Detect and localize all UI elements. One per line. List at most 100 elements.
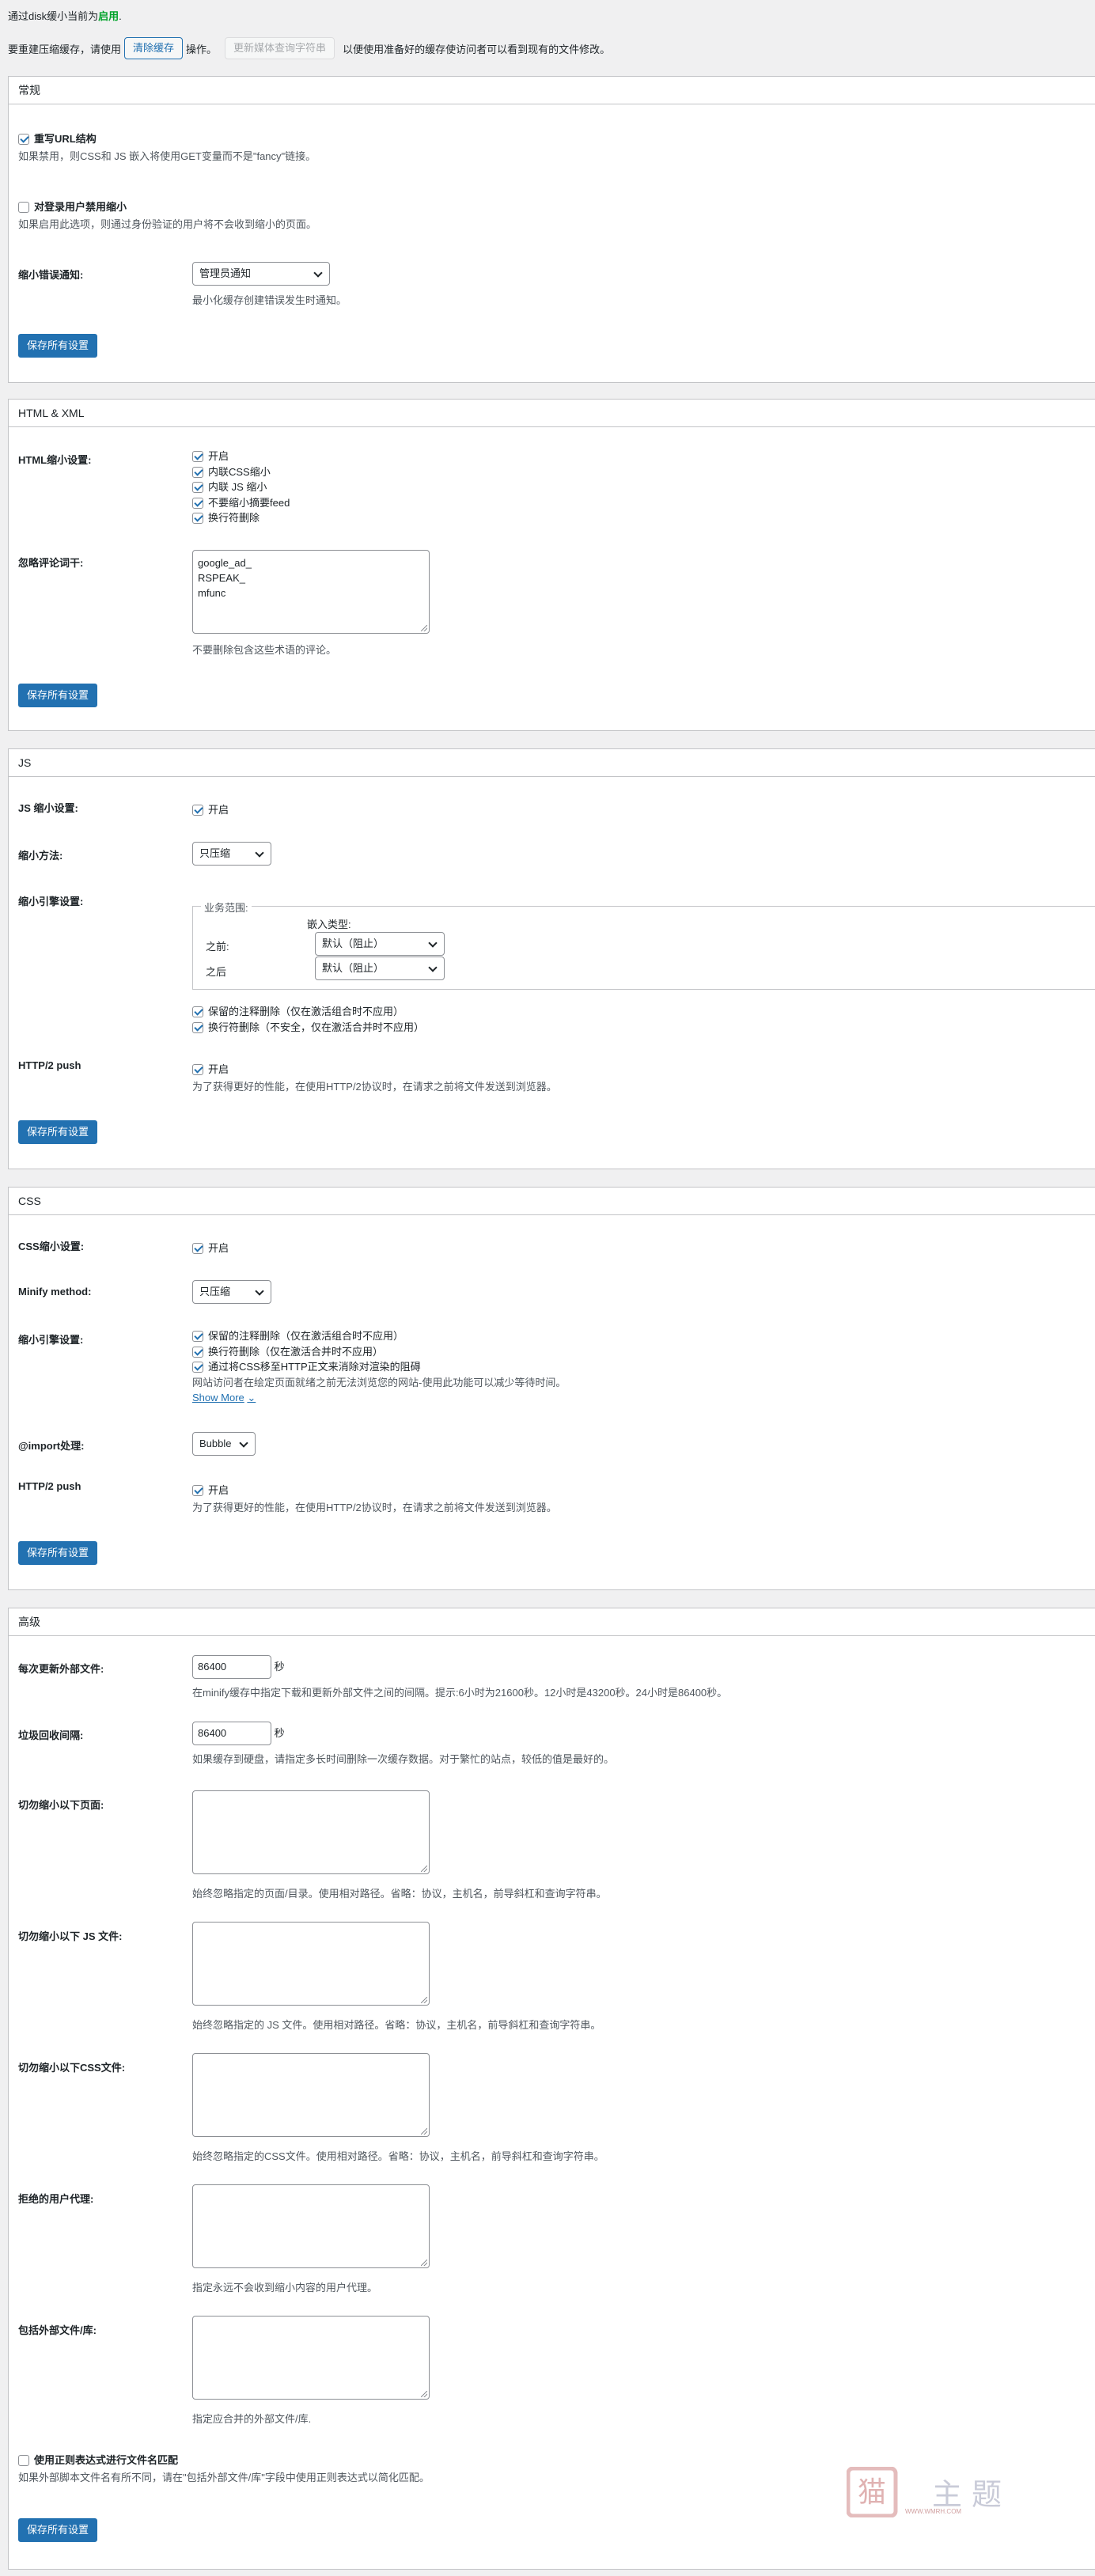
- ignore-comments-textarea[interactable]: google_ad_ RSPEAK_ mfunc: [192, 550, 430, 634]
- never-pages-label: 切勿缩小以下页面:: [18, 1799, 104, 1811]
- save-advanced-button[interactable]: 保存所有设置: [18, 2518, 98, 2542]
- chevron-down-icon[interactable]: ⌄: [247, 1392, 256, 1404]
- js-preserve-comments-option[interactable]: 保留的注释删除（仅在激活组合时不应用）: [192, 1004, 424, 1020]
- never-js-textarea[interactable]: [192, 1922, 430, 2006]
- css-method-select[interactable]: 只压缩: [192, 1280, 271, 1304]
- update-interval-input[interactable]: 86400: [192, 1655, 271, 1679]
- save-js-button[interactable]: 保存所有设置: [18, 1120, 98, 1144]
- minify-status-value: 启用: [98, 10, 119, 22]
- rejected-agents-textarea[interactable]: [192, 2184, 430, 2268]
- gc-interval-input[interactable]: 86400: [192, 1722, 271, 1745]
- error-notify-select[interactable]: 管理员通知: [192, 262, 330, 286]
- save-html-button[interactable]: 保存所有设置: [18, 684, 98, 707]
- never-pages-desc: 始终忽略指定的页面/目录。使用相对路径。省略：协议，主机名，前导斜杠和查询字符串…: [192, 1888, 607, 1900]
- css-show-more-link[interactable]: Show More: [192, 1392, 244, 1404]
- rewrite-url-desc: 如果禁用，则CSS和 JS 嵌入将使用GET变量而不是"fancy"链接。: [18, 150, 316, 162]
- svg-text:猫: 猫: [858, 2476, 886, 2509]
- update-media-query-button[interactable]: 更新媒体查询字符串: [225, 37, 335, 59]
- never-css-textarea[interactable]: [192, 2053, 430, 2137]
- css-http2-option[interactable]: 开启: [192, 1482, 229, 1497]
- never-js-desc: 始终忽略指定的 JS 文件。使用相对路径。省略：协议，主机名，前导斜杠和查询字符…: [192, 2019, 601, 2031]
- html-box: HTML & XML HTML缩小设置: 开启 内联CSS缩小 内联 JS 缩小…: [8, 399, 1095, 731]
- css-box: CSS CSS缩小设置: 开启 Minify method: 只压缩 缩小引擎设…: [8, 1187, 1095, 1590]
- never-css-label: 切勿缩小以下CSS文件:: [18, 2062, 126, 2074]
- js-after-select[interactable]: 默认（阻止）: [315, 957, 445, 980]
- error-notify-label: 缩小错误通知:: [18, 269, 84, 281]
- css-import-label: @import处理:: [18, 1440, 85, 1452]
- js-linebreak-option[interactable]: 换行符删除（不安全，仅在激活合并时不应用）: [192, 1020, 424, 1036]
- html-option-linebreak[interactable]: 换行符删除: [192, 510, 290, 526]
- save-general-button[interactable]: 保存所有设置: [18, 334, 98, 358]
- css-move-body-option[interactable]: 通过将CSS移至HTTP正文来消除对渲染的阻碍: [192, 1359, 566, 1375]
- gc-interval-label: 垃圾回收间隔:: [18, 1729, 84, 1741]
- js-engine-label: 缩小引擎设置:: [18, 896, 84, 907]
- advanced-title: 高级: [9, 1608, 1095, 1636]
- js-http2-option[interactable]: 开启: [192, 1061, 229, 1076]
- js-before-select[interactable]: 默认（阻止）: [315, 932, 445, 956]
- css-linebreak-option[interactable]: 换行符删除（仅在激活合并时不应用）: [192, 1344, 566, 1360]
- js-method-label: 缩小方法:: [18, 850, 63, 862]
- never-js-label: 切勿缩小以下 JS 文件:: [18, 1930, 123, 1942]
- js-enable-option[interactable]: 开启: [192, 801, 229, 816]
- update-interval-label: 每次更新外部文件:: [18, 1663, 104, 1675]
- never-css-desc: 始终忽略指定的CSS文件。使用相对路径。省略：协议，主机名，前导斜杠和查询字符串…: [192, 2150, 604, 2162]
- include-external-desc: 指定应合并的外部文件/库.: [192, 2413, 312, 2425]
- js-fieldset-legend: 业务范围:: [201, 900, 252, 915]
- minify-status-line: 通过disk缓小当前为启用.: [8, 10, 122, 22]
- rewrite-url-checkbox[interactable]: [18, 134, 29, 145]
- rejected-agents-label: 拒绝的用户代理:: [18, 2193, 94, 2205]
- regex-desc: 如果外部脚本文件名有所不同，请在"包括外部文件/库"字段中使用正则表达式以简化匹…: [18, 2472, 430, 2483]
- html-options: 开启 内联CSS缩小 内联 JS 缩小 不要缩小摘要feed 换行符删除: [192, 449, 290, 526]
- css-method-label: Minify method:: [18, 1286, 92, 1297]
- error-notify-desc: 最小化缓存创建错误发生时通知。: [192, 294, 347, 306]
- css-import-select[interactable]: Bubble: [192, 1432, 256, 1456]
- js-method-select[interactable]: 只压缩: [192, 842, 271, 866]
- general-title: 常规: [9, 77, 1095, 104]
- disable-logged-checkbox[interactable]: [18, 202, 29, 213]
- include-external-label: 包括外部文件/库:: [18, 2324, 97, 2336]
- html-option-feed[interactable]: 不要缩小摘要feed: [192, 495, 290, 511]
- save-css-button[interactable]: 保存所有设置: [18, 1541, 98, 1565]
- regex-checkbox[interactable]: [18, 2455, 29, 2466]
- css-http2-desc: 为了获得更好的性能，在使用HTTP/2协议时，在请求之前将文件发送到浏览器。: [192, 1502, 557, 1513]
- gc-interval-desc: 如果缓存到硬盘，请指定多长时间删除一次缓存数据。对于繁忙的站点，较低的值是最好的…: [192, 1753, 615, 1765]
- css-move-body-desc: 网站访问者在绘定页面就绪之前无法浏览您的网站-使用此功能可以减少等待时间。: [192, 1376, 566, 1388]
- cache-row: 要重建压缩缓存，请使用 清除缓存 操作。 更新媒体查询字符串 以便使用准备好的缓…: [8, 36, 610, 60]
- update-interval-desc: 在minify缓存中指定下载和更新外部文件之间的间隔。提示:6小时为21600秒…: [192, 1687, 728, 1699]
- site-watermark-logo: 猫 主题 WWW.WMRH.COM: [846, 2466, 1044, 2518]
- html-option-inline-css[interactable]: 内联CSS缩小: [192, 464, 290, 480]
- disable-logged-desc: 如果启用此选项，则通过身份验证的用户将不会收到缩小的页面。: [18, 218, 317, 230]
- html-settings-label: HTML缩小设置:: [18, 454, 92, 466]
- clear-cache-button[interactable]: 清除缓存: [124, 37, 184, 59]
- js-before-label: 之前:: [206, 941, 229, 953]
- watermark-text: 主题: [932, 2477, 1012, 2512]
- js-box: JS JS 缩小设置: 开启 缩小方法: 只压缩 缩小引擎设置: 业务范围: 嵌…: [8, 748, 1095, 1169]
- disable-logged-option[interactable]: 对登录用户禁用缩小: [18, 199, 127, 214]
- js-title: JS: [9, 749, 1095, 777]
- html-title: HTML & XML: [9, 400, 1095, 427]
- ignore-comments-label: 忽略评论词干:: [18, 557, 84, 569]
- css-settings-label: CSS缩小设置:: [18, 1241, 85, 1252]
- html-option-enable[interactable]: 开启: [192, 449, 290, 464]
- regex-option[interactable]: 使用正则表达式进行文件名匹配: [18, 2452, 178, 2467]
- rewrite-url-option[interactable]: 重写URL结构: [18, 131, 97, 146]
- rejected-agents-desc: 指定永远不会收到缩小内容的用户代理。: [192, 2282, 378, 2294]
- css-http2-label: HTTP/2 push: [18, 1480, 81, 1492]
- js-settings-label: JS 缩小设置:: [18, 802, 78, 814]
- never-pages-textarea[interactable]: [192, 1790, 430, 1874]
- js-http2-label: HTTP/2 push: [18, 1059, 81, 1071]
- js-after-label: 之后: [206, 966, 227, 978]
- ignore-comments-desc: 不要删除包含这些术语的评论。: [192, 644, 337, 656]
- css-title: CSS: [9, 1188, 1095, 1215]
- include-external-textarea[interactable]: [192, 2316, 430, 2400]
- js-embed-fieldset: 业务范围: 嵌入类型: 之前: 默认（阻止） 之后 默认（阻止）: [192, 900, 1095, 990]
- general-box: 常规 重写URL结构 如果禁用，则CSS和 JS 嵌入将使用GET变量而不是"f…: [8, 76, 1095, 383]
- js-http2-desc: 为了获得更好的性能，在使用HTTP/2协议时，在请求之前将文件发送到浏览器。: [192, 1081, 557, 1093]
- css-enable-option[interactable]: 开启: [192, 1240, 229, 1255]
- advanced-box: 高级 每次更新外部文件: 86400 秒 在minify缓存中指定下载和更新外部…: [8, 1608, 1095, 2570]
- watermark-url: WWW.WMRH.COM: [905, 2508, 962, 2515]
- js-embed-type-label: 嵌入类型:: [307, 919, 351, 930]
- html-option-inline-js[interactable]: 内联 JS 缩小: [192, 479, 290, 495]
- css-preserve-comments-option[interactable]: 保留的注释删除（仅在激活组合时不应用）: [192, 1328, 566, 1344]
- css-engine-label: 缩小引擎设置:: [18, 1334, 84, 1346]
